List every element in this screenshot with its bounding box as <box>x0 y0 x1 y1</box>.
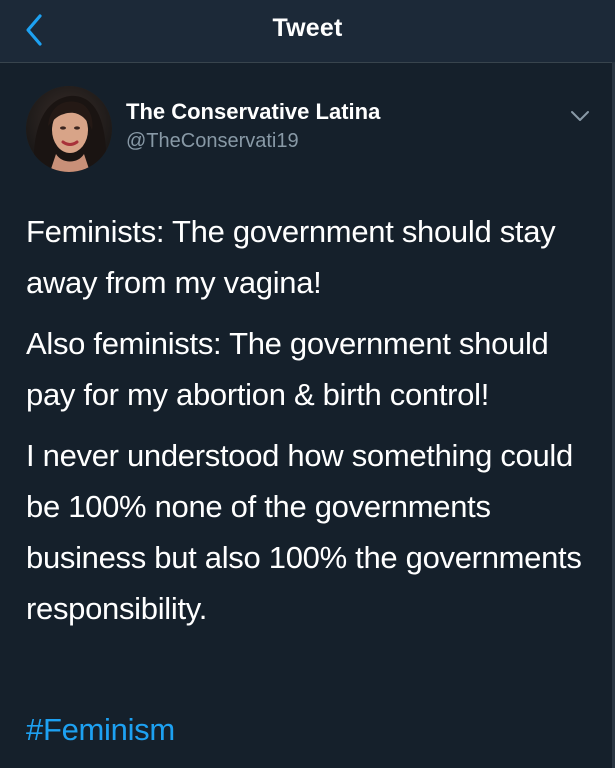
tweet-paragraph: I never understood how something could b… <box>26 438 582 626</box>
author-display-name[interactable]: The Conservative Latina <box>126 99 380 125</box>
tweet-menu-button[interactable] <box>566 104 594 128</box>
avatar[interactable] <box>26 86 112 172</box>
tweet-paragraph: Also feminists: The government should pa… <box>26 326 549 412</box>
top-navigation-bar: Tweet <box>0 0 615 63</box>
author-handle[interactable]: @TheConservati19 <box>126 130 299 153</box>
chevron-down-icon <box>571 111 589 121</box>
tweet-text: Feminists: The government should stay aw… <box>26 206 596 644</box>
page-title: Tweet <box>272 14 343 42</box>
hashtag-link[interactable]: #Feminism <box>26 712 175 748</box>
profile-photo <box>26 86 112 172</box>
tweet-paragraph: Feminists: The government should stay aw… <box>26 214 556 300</box>
